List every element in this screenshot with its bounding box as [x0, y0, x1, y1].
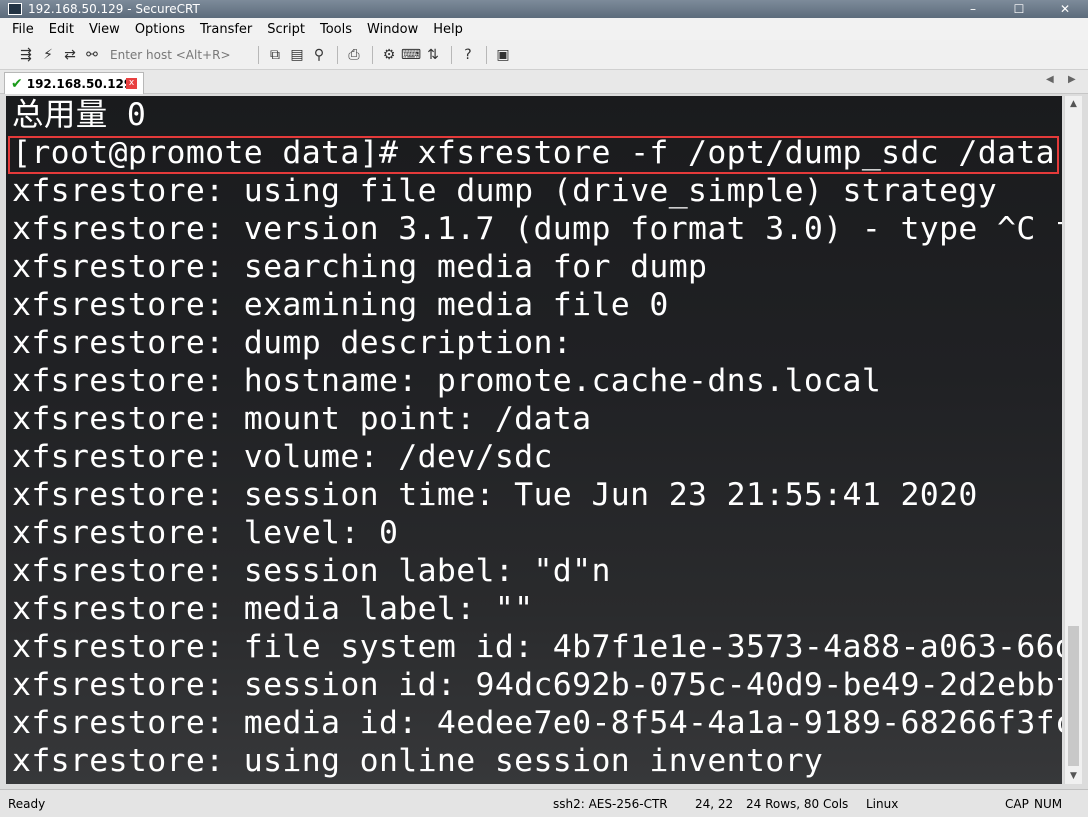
- menu-view[interactable]: View: [89, 22, 120, 37]
- status-cursor-position: 24, 22: [695, 797, 734, 811]
- tab-session[interactable]: ✔ 192.168.50.129 x: [4, 72, 144, 94]
- securecrt-app-icon: [8, 3, 22, 15]
- scroll-down-icon[interactable]: ▼: [1065, 768, 1082, 784]
- status-ready: Ready: [8, 797, 46, 811]
- status-bar: Ready ssh2: AES-256-CTR 24, 22 24 Rows, …: [0, 789, 1088, 817]
- disconnect-icon[interactable]: ⚯: [82, 45, 102, 65]
- find-icon[interactable]: ⚲: [309, 45, 329, 65]
- quick-connect-icon[interactable]: ⚡: [38, 45, 58, 65]
- menu-options[interactable]: Options: [135, 22, 185, 37]
- copy-icon[interactable]: ⧉: [265, 45, 285, 65]
- close-button[interactable]: ✕: [1042, 0, 1088, 18]
- menu-help[interactable]: Help: [433, 22, 463, 37]
- terminal-line: 总用量 0: [12, 97, 147, 133]
- toolbar-divider: [451, 45, 452, 64]
- title-bar: 192.168.50.129 - SecureCRT – ☐ ✕: [0, 0, 1088, 18]
- session-manager-icon[interactable]: ▣: [493, 45, 513, 65]
- status-cipher: ssh2: AES-256-CTR: [553, 797, 668, 811]
- toolbar-divider: [486, 45, 487, 64]
- command-highlight-box: [8, 136, 1059, 174]
- session-tab-bar: ✔ 192.168.50.129 x ◀ ▶: [0, 70, 1088, 94]
- terminal-line: xfsrestore: media id: 4edee7e0-8f54-4a1a…: [12, 705, 1062, 741]
- terminal-line: xfsrestore: using online session invento…: [12, 743, 824, 779]
- menu-bar: File Edit View Options Transfer Script T…: [0, 18, 1088, 40]
- tab-label: 192.168.50.129: [26, 76, 133, 91]
- terminal-line: xfsrestore: level: 0: [12, 515, 399, 551]
- menu-edit[interactable]: Edit: [49, 22, 74, 37]
- terminal-line: xfsrestore: session id: 94dc692b-075c-40…: [12, 667, 1062, 703]
- terminal-line: xfsrestore: using file dump (drive_simpl…: [12, 173, 998, 209]
- tab-scroll-right-icon[interactable]: ▶: [1068, 74, 1076, 85]
- scroll-up-icon[interactable]: ▲: [1065, 96, 1082, 112]
- keymap-icon[interactable]: ⌨: [401, 45, 421, 65]
- window-controls: – ☐ ✕: [950, 0, 1088, 18]
- maximize-button[interactable]: ☐: [996, 0, 1042, 18]
- toolbar: ⇶ ⚡ ⇄ ⚯ Enter host <Alt+R> ⧉ ▤ ⚲ ⎙ ⚙ ⌨ ⇅…: [0, 40, 1088, 70]
- menu-tools[interactable]: Tools: [320, 22, 352, 37]
- terminal-line: xfsrestore: media label: "": [12, 591, 534, 627]
- print-icon[interactable]: ⎙: [344, 45, 364, 65]
- sftp-icon[interactable]: ⇅: [423, 45, 443, 65]
- terminal-line: xfsrestore: hostname: promote.cache-dns.…: [12, 363, 882, 399]
- terminal-line: xfsrestore: mount point: /data: [12, 401, 592, 437]
- terminal-line: xfsrestore: dump description:: [12, 325, 573, 361]
- menu-transfer[interactable]: Transfer: [200, 22, 252, 37]
- status-num-lock: NUM: [1034, 797, 1063, 811]
- tab-close-icon[interactable]: x: [126, 78, 137, 89]
- terminal-line: xfsrestore: session time: Tue Jun 23 21:…: [12, 477, 978, 513]
- menu-window[interactable]: Window: [367, 22, 418, 37]
- reconnect-icon[interactable]: ⇄: [60, 45, 80, 65]
- paste-icon[interactable]: ▤: [287, 45, 307, 65]
- status-terminal-size: 24 Rows, 80 Cols: [746, 797, 849, 811]
- status-terminal-type: Linux: [866, 797, 899, 811]
- menu-script[interactable]: Script: [267, 22, 305, 37]
- toolbar-divider: [258, 45, 259, 64]
- connect-icon[interactable]: ⇶: [16, 45, 36, 65]
- terminal-line: xfsrestore: version 3.1.7 (dump format 3…: [12, 211, 1062, 247]
- minimize-button[interactable]: –: [950, 0, 996, 18]
- settings-icon[interactable]: ⚙: [379, 45, 399, 65]
- terminal-line: xfsrestore: examining media file 0: [12, 287, 669, 323]
- terminal-line: xfsrestore: searching media for dump: [12, 249, 708, 285]
- status-caps-lock: CAP: [1005, 797, 1029, 811]
- window-title: 192.168.50.129 - SecureCRT: [28, 2, 200, 16]
- connected-check-icon: ✔: [11, 75, 23, 92]
- tab-scroll-left-icon[interactable]: ◀: [1046, 74, 1054, 85]
- scrollbar-thumb[interactable]: [1068, 626, 1079, 766]
- terminal-scrollbar[interactable]: ▲ ▼: [1064, 96, 1082, 784]
- terminal-line: xfsrestore: session label: "d"n: [12, 553, 611, 589]
- toolbar-divider: [337, 45, 338, 64]
- terminal-line: xfsrestore: file system id: 4b7f1e1e-357…: [12, 629, 1062, 665]
- host-input[interactable]: Enter host <Alt+R>: [104, 45, 252, 65]
- toolbar-divider: [372, 45, 373, 64]
- terminal-view[interactable]: 总用量 0 [root@promote data]# xfsrestore -f…: [6, 96, 1062, 784]
- terminal-line: xfsrestore: volume: /dev/sdc: [12, 439, 553, 475]
- menu-file[interactable]: File: [12, 22, 34, 37]
- help-icon[interactable]: ?: [458, 45, 478, 65]
